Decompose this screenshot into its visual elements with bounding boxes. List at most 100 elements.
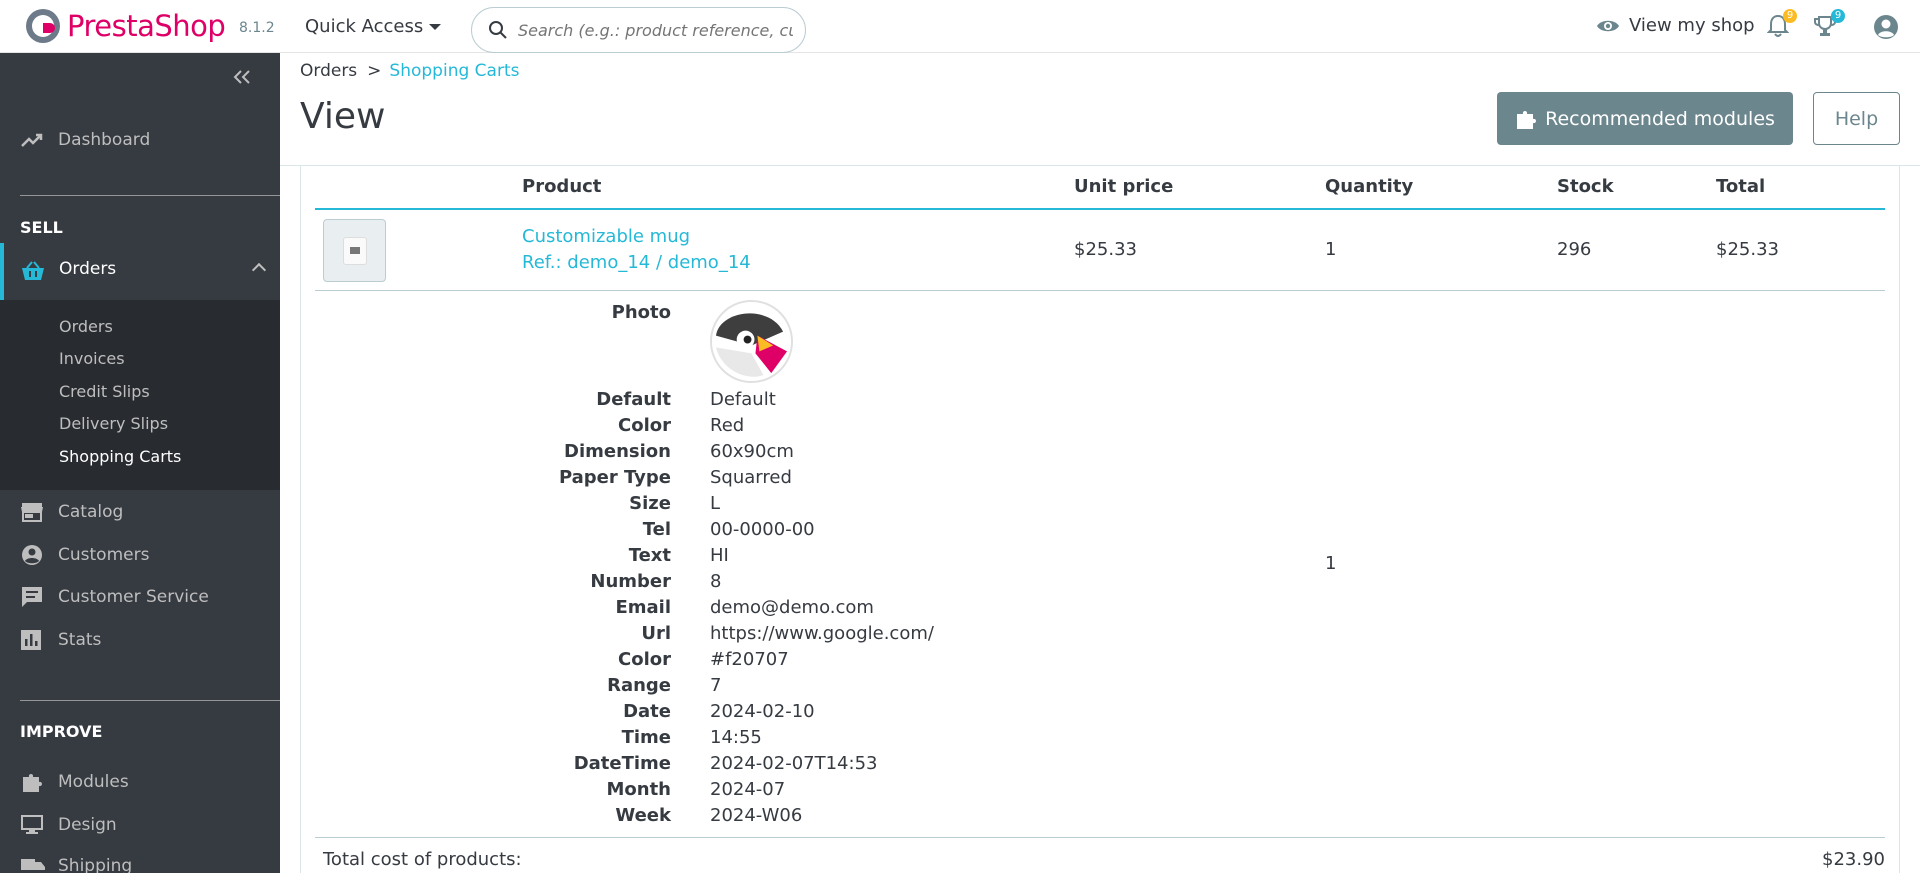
sidebar-item-label: Catalog [58,502,124,522]
store-icon [21,503,43,522]
chat-icon [22,587,42,607]
sidebar-item-modules[interactable]: Modules [0,767,280,797]
sidebar-item-customers[interactable]: Customers [0,540,280,570]
eye-icon [1597,20,1619,31]
help-button[interactable]: Help [1813,92,1900,145]
attribute-value: Squarred [710,467,792,488]
breadcrumb-orders[interactable]: Orders [300,61,357,81]
notifications-badge: 9 [1783,9,1797,23]
attribute-label: Month [606,779,671,800]
section-title-improve: IMPROVE [20,722,103,741]
product-thumbnail [323,219,386,282]
section-title-sell: SELL [20,218,63,237]
attribute-label: Email [615,597,671,618]
attribute-value: L [710,493,721,514]
stock-cell: 296 [1557,239,1592,260]
page-title: View [300,96,386,137]
quantity-cell: 1 [1325,239,1337,260]
column-header-unit-price: Unit price [1074,176,1174,197]
achievements-badge: 9 [1831,9,1845,23]
row-divider [315,837,1885,838]
submenu-item-delivery-slips[interactable]: Delivery Slips [59,414,168,433]
breadcrumb-shopping-carts[interactable]: Shopping Carts [389,61,519,81]
attribute-label: Range [607,675,671,696]
achievements-button[interactable]: 9 [1813,9,1845,42]
attribute-value: Default [710,389,776,410]
column-header-stock: Stock [1557,176,1614,197]
quick-access-dropdown[interactable]: Quick Access [305,16,442,37]
product-reference-link[interactable]: Ref.: demo_14 / demo_14 [522,252,751,273]
attribute-value: demo@demo.com [710,597,874,618]
attribute-value: 2024-02-07T14:53 [710,753,878,774]
attribute-value: HI [710,545,729,566]
quick-access-label: Quick Access [305,16,424,37]
sidebar-item-catalog[interactable]: Catalog [0,497,280,527]
puffin-logo-icon [712,302,791,381]
notifications-button[interactable]: 9 [1766,9,1797,42]
attribute-label: Text [628,545,671,566]
header-underline [315,208,1885,210]
sidebar-item-customer-service[interactable]: Customer Service [0,582,280,612]
puzzle-icon [23,774,42,792]
attribute-label: Color [618,649,671,670]
attribute-label: Tel [642,519,671,540]
truck-icon [21,859,45,870]
total-cell: $25.33 [1716,239,1779,260]
sidebar-item-label: Modules [58,772,129,792]
top-header: PrestaShop 8.1.2 Quick Access View my sh… [0,0,1920,53]
sidebar-item-dashboard[interactable]: Dashboard [0,125,280,155]
collapse-sidebar-button[interactable] [232,69,252,89]
attribute-value: Red [710,415,745,436]
attribute-value: 2024-W06 [710,805,803,826]
version-label: 8.1.2 [239,20,275,36]
caret-down-icon [429,23,442,30]
submenu-item-shopping-carts[interactable]: Shopping Carts [59,447,181,466]
column-header-total: Total [1716,176,1766,197]
sidebar-item-shipping[interactable]: Shipping [0,851,280,873]
attribute-label: Time [621,727,671,748]
view-my-shop-link[interactable]: View my shop [1596,15,1755,36]
shopping-basket-icon [22,261,44,280]
recommended-modules-button[interactable]: Recommended modules [1497,92,1793,145]
search-bar[interactable] [471,7,806,53]
attribute-label: DateTime [573,753,671,774]
view-shop-label: View my shop [1629,15,1755,36]
attribute-label: Dimension [564,441,671,462]
account-circle-icon [22,545,42,565]
attribute-label-photo: Photo [611,302,671,323]
attribute-value: #f20707 [710,649,789,670]
search-input[interactable] [518,20,793,40]
row-divider [315,290,1885,291]
sidebar-item-label: Shipping [58,856,133,873]
double-chevron-left-icon [233,70,250,84]
product-name-link[interactable]: Customizable mug [522,226,690,247]
sidebar: Dashboard SELL Orders Orders Invoices Cr… [0,53,280,873]
sidebar-item-label: Design [58,815,117,835]
column-header-quantity: Quantity [1325,176,1414,197]
account-button[interactable] [1873,14,1899,44]
attribute-value: 00-0000-00 [710,519,815,540]
breadcrumb: Orders > Shopping Carts [300,61,519,81]
attribute-value: 2024-02-10 [710,701,815,722]
attribute-label: Number [590,571,671,592]
orders-menu: Orders Orders Invoices Credit Slips Deli… [0,243,280,490]
total-cost-label: Total cost of products: [323,849,522,870]
submenu-item-orders[interactable]: Orders [59,317,113,336]
sidebar-item-label: Customers [58,545,150,565]
attribute-value: 7 [710,675,722,696]
total-cost-value: $23.90 [1822,849,1885,870]
sidebar-item-orders[interactable]: Orders [0,243,280,300]
chevron-up-icon [251,262,267,278]
breadcrumb-separator: > [367,61,382,81]
unit-price-cell: $25.33 [1074,239,1137,260]
column-header-product: Product [522,176,602,197]
sidebar-item-stats[interactable]: Stats [0,625,280,655]
monitor-icon [21,815,43,834]
customization-photo[interactable] [710,300,793,383]
sidebar-item-design[interactable]: Design [0,810,280,840]
submenu-item-invoices[interactable]: Invoices [59,349,125,368]
puffin-logo-icon [26,9,60,43]
attribute-value: 14:55 [710,727,762,748]
submenu-item-credit-slips[interactable]: Credit Slips [59,382,150,401]
prestashop-logo[interactable]: PrestaShop [26,9,226,43]
